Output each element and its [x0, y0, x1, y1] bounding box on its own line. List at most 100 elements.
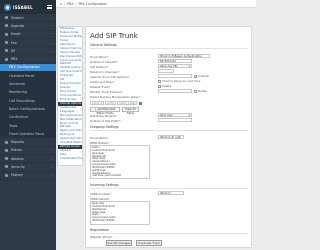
hamburger-menu-icon[interactable] [47, 5, 52, 9]
breadcrumb-pbx[interactable]: PBX [67, 2, 73, 6]
sidebar-item[interactable]: Email ‹ [0, 31, 56, 39]
sidebar-item-label: PBX Configuration [9, 65, 40, 70]
sidebar-item-label: IM [11, 48, 15, 53]
trunk-name-outgoing-label: Trunk Name*: [90, 136, 110, 140]
sidebar-nav: System ‹ Agenda ‹ Email ‹ Fax ‹ IM ‹ PBX ‹ PBX Confi… [0, 14, 56, 180]
issabel-logo-icon [4, 3, 11, 11]
sidebar-item-label: Security [11, 164, 25, 169]
asterisk-trunk-dial-label: Asterisk Trunk Dial Options*: [90, 75, 131, 79]
sidebar-item-label: Flash Operator Panel [9, 131, 45, 136]
dialed-rules-label: Dialed Number Manipulation Rules*: [90, 95, 141, 99]
sidebar-item-label: Tools [9, 123, 18, 128]
delete-pattern-icon[interactable] [139, 101, 142, 105]
cid-options-label: CID Options*: [90, 65, 109, 69]
sidebar-item-icon [5, 32, 8, 36]
trunk-dial-options-input[interactable] [158, 74, 192, 78]
submenu-link[interactable]: Misc Destinations [58, 118, 82, 122]
disable-text: Disable [162, 85, 172, 88]
sidebar-item-icon [5, 41, 8, 45]
prefix-input[interactable]: prefix [105, 101, 116, 105]
enable-checkbox[interactable] [194, 89, 197, 93]
clear-all-fields-button[interactable]: Clear all Fields [122, 107, 139, 115]
cid-options-select[interactable]: Allow Any CID [158, 64, 192, 68]
page-title: Add SIP Trunk [90, 32, 138, 40]
user-context-label: USER Context*: [90, 192, 112, 196]
sidebar-item-icon [5, 57, 8, 61]
sidebar-item-label: Conference [9, 115, 29, 120]
user-details-textarea[interactable]: type=user context=from-trunk disallow=all a… [90, 201, 150, 225]
trunk-name-outgoing-input[interactable]: IPComm_IP_Auth [158, 135, 184, 139]
breadcrumb: ⌂ / PBX / PBX Configuration [56, 0, 256, 8]
sidebar-item-icon [5, 173, 8, 177]
breadcrumb-pbx-configuration[interactable]: PBX Configuration [78, 2, 107, 6]
sidebar-item[interactable]: IM ‹ [0, 47, 56, 56]
submenu-link[interactable]: Unembedded FreePBX® [58, 157, 82, 161]
disable-trunk-checkbox[interactable] [158, 84, 161, 88]
sidebar-item[interactable]: Flash Operator Panel [0, 130, 56, 139]
home-icon[interactable]: ⌂ [60, 2, 62, 6]
section-registration: Registration [90, 228, 110, 232]
submenu-link[interactable]: Zap Channel DIDs [58, 55, 82, 59]
monitor-failures-input[interactable] [158, 89, 192, 93]
sidebar-item[interactable]: Voicemail [0, 80, 56, 89]
section-divider [90, 130, 248, 131]
prepend-input[interactable]: prepend [90, 101, 104, 105]
sidebar-item[interactable]: Operator Panel [0, 72, 56, 81]
chevron-icon: ‹ [50, 173, 52, 178]
sidebar-item-icon [5, 157, 8, 161]
trunk-name-input[interactable]: IPComm_IP-Based_Authentication [158, 54, 210, 58]
sidebar-item-label: Email [11, 32, 21, 37]
sidebar-item-icon [5, 165, 8, 169]
sidebar-item-label: Operator Panel [9, 73, 35, 78]
sidebar-item[interactable]: PBX ‹ [0, 55, 56, 64]
submit-changes-button[interactable]: Submit Changes [106, 240, 132, 246]
user-context-input[interactable]: IPComm [158, 191, 184, 195]
sidebar-item[interactable]: History ‹ [0, 172, 56, 180]
sidebar-item-icon [5, 148, 8, 152]
sidebar-item[interactable]: Agenda ‹ [0, 22, 56, 31]
sidebar-item[interactable]: Extras ‹ [0, 147, 56, 156]
section-outgoing-settings: Outgoing Settings [90, 125, 119, 129]
sidebar-item-label: Call Recordings [9, 98, 36, 103]
sidebar-item-icon [5, 49, 8, 53]
submenu-link[interactable]: Inbound Routes [58, 51, 82, 55]
duplicate-trunk-button[interactable]: Duplicate Trunk [136, 240, 162, 246]
outbound-callerid-input[interactable]: 8475551234 [158, 59, 192, 63]
override-label: Override [198, 75, 209, 78]
outbound-dial-prefix-label: Outbound Dial Prefix*: [90, 119, 122, 123]
section-general-settings: General Settings [90, 43, 117, 47]
sidebar-item[interactable]: Fax ‹ [0, 39, 56, 48]
sidebar-item[interactable]: Security ‹ [0, 163, 56, 172]
max-channels-input[interactable] [158, 69, 174, 73]
app-window: ISSABEL System ‹ Agenda ‹ Email ‹ Fax ‹ IM ‹ PBX ‹ P… [0, 0, 256, 250]
sidebar-item-label: Addons [11, 156, 24, 161]
sidebar-item-label: Voicemail [9, 82, 26, 87]
override-checkbox[interactable] [194, 74, 197, 78]
dial-rules-wizard-select[interactable]: (pick one) [158, 113, 192, 117]
add-more-dial-pattern-button[interactable]: + Add More Dial Pattern Fields [90, 107, 120, 115]
user-detail-line: dtmfmode=rfc2833 [92, 219, 115, 223]
sidebar-item-icon [5, 140, 8, 144]
outbound-dial-prefix-input[interactable] [158, 118, 192, 122]
continue-busy-checkbox[interactable] [158, 79, 161, 83]
sidebar-item[interactable]: Conference [0, 113, 56, 122]
submenu-link[interactable]: Misc Applications [58, 114, 82, 118]
max-channels-label: Maximum Channels*: [90, 70, 120, 74]
sidebar-item[interactable]: Reports ‹ [0, 138, 56, 147]
sidebar-item[interactable]: Tools [0, 121, 56, 131]
sidebar-item[interactable]: Addons ‹ [0, 155, 56, 164]
sidebar-item[interactable]: Batch Configurations [0, 105, 56, 114]
match-pattern-input[interactable]: match pattern [117, 101, 137, 105]
disable-trunk-label: Disable Trunk*: [90, 85, 112, 89]
sidebar-item-label: Batch Configurations [9, 106, 45, 111]
sidebar-item[interactable]: Call Recordings [0, 96, 56, 106]
sidebar-item[interactable]: System ‹ [0, 14, 56, 23]
peer-details-textarea[interactable]: host=... context=from-trunk type=peer disal… [90, 145, 150, 179]
chevron-icon: ‹ [50, 32, 52, 37]
chevron-icon: ‹ [50, 40, 52, 45]
trunk-name-label: Trunk Name*: [90, 55, 110, 59]
sidebar-item-icon [5, 16, 8, 20]
sidebar-item[interactable]: PBX Configuration [0, 63, 56, 73]
sidebar-item[interactable]: Monitoring [0, 88, 56, 97]
pbx-config-menu: Extensions Feature Codes Outbound Routes Tr… [57, 26, 83, 166]
